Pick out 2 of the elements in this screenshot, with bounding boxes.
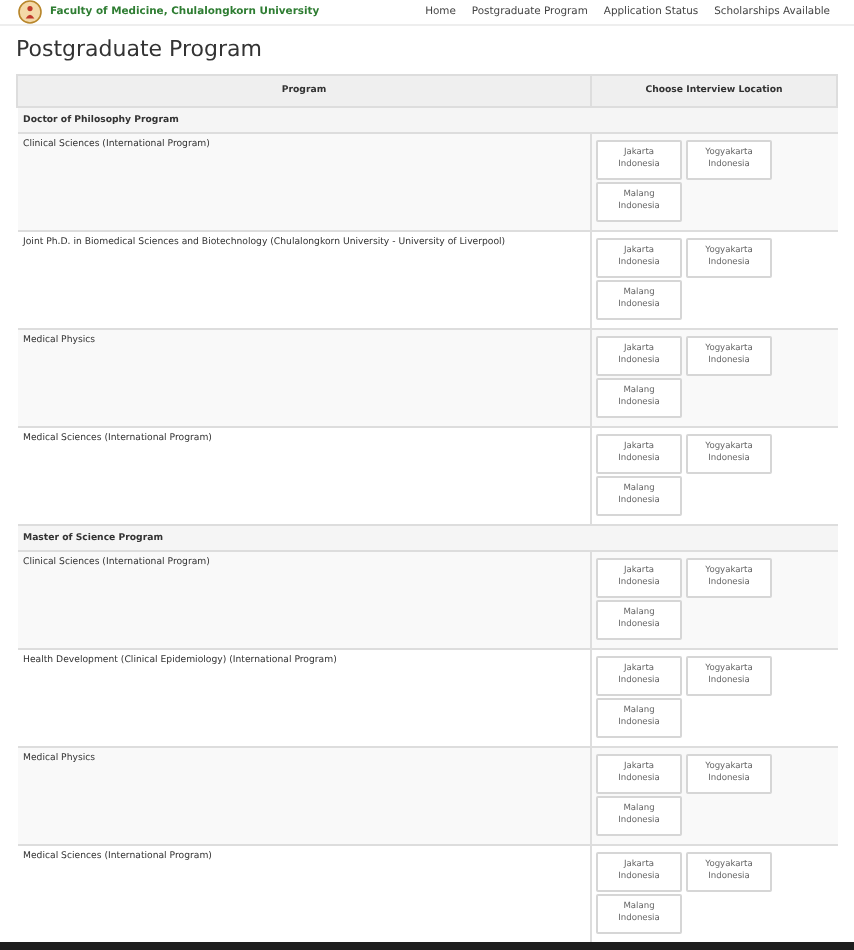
page-title: Postgraduate Program [16, 36, 264, 63]
logo-icon[interactable] [18, 0, 42, 25]
